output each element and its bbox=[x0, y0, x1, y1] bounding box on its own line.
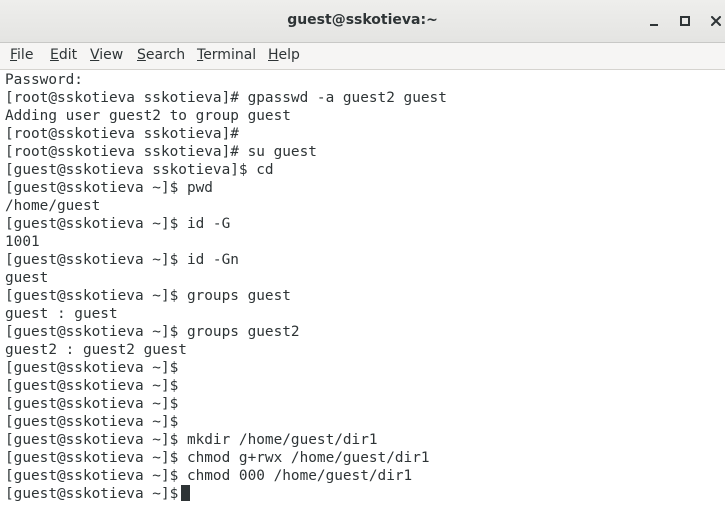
terminal-line: [guest@sskotieva ~]$ bbox=[5, 360, 179, 376]
close-icon bbox=[711, 16, 721, 26]
terminal-line: [guest@sskotieva ~]$ chmod 000 /home/gue… bbox=[5, 468, 413, 484]
terminal-line: /home/guest bbox=[5, 198, 101, 214]
terminal-line: [guest@sskotieva ~]$ bbox=[5, 396, 179, 412]
terminal-line: Password: bbox=[5, 72, 83, 88]
terminal-line: guest : guest bbox=[5, 306, 118, 322]
menu-view[interactable]: View bbox=[90, 47, 123, 63]
menu-edit[interactable]: Edit bbox=[50, 47, 77, 63]
terminal-line: guest2 : guest2 guest bbox=[5, 342, 187, 358]
terminal-line: [guest@sskotieva ~]$ id -Gn bbox=[5, 252, 239, 268]
terminal-line: guest bbox=[5, 270, 49, 286]
terminal-line: [guest@sskotieva ~]$ bbox=[5, 414, 179, 430]
terminal-line: [guest@sskotieva ~]$ id -G bbox=[5, 216, 231, 232]
terminal-window: guest@sskotieva:~ File Edit View Search … bbox=[0, 0, 725, 507]
minimize-button[interactable] bbox=[645, 12, 663, 30]
terminal-prompt: [guest@sskotieva ~]$ bbox=[5, 486, 179, 502]
terminal-line: [root@sskotieva sskotieva]# gpasswd -a g… bbox=[5, 90, 447, 106]
terminal-line: [guest@sskotieva ~]$ chmod g+rwx /home/g… bbox=[5, 450, 430, 466]
close-button[interactable] bbox=[707, 12, 725, 30]
menu-search[interactable]: Search bbox=[137, 47, 185, 63]
minimize-icon bbox=[650, 24, 658, 26]
terminal-line: [guest@sskotieva sskotieva]$ cd bbox=[5, 162, 274, 178]
menu-terminal[interactable]: Terminal bbox=[197, 47, 256, 63]
terminal-line: [guest@sskotieva ~]$ groups guest bbox=[5, 288, 291, 304]
terminal-line: [root@sskotieva sskotieva]# bbox=[5, 126, 239, 142]
terminal-line: 1001 bbox=[5, 234, 40, 250]
terminal-line: [root@sskotieva sskotieva]# su guest bbox=[5, 144, 317, 160]
terminal-output[interactable]: Password: [root@sskotieva sskotieva]# gp… bbox=[0, 70, 725, 507]
text-cursor bbox=[181, 485, 191, 501]
maximize-icon bbox=[680, 16, 690, 26]
terminal-line: Adding user guest2 to group guest bbox=[5, 108, 291, 124]
title-bar[interactable]: guest@sskotieva:~ bbox=[0, 0, 725, 43]
menu-file[interactable]: File bbox=[10, 47, 33, 63]
menu-bar: File Edit View Search Terminal Help bbox=[0, 43, 725, 70]
terminal-line: [guest@sskotieva ~]$ mkdir /home/guest/d… bbox=[5, 432, 378, 448]
terminal-line: [guest@sskotieva ~]$ pwd bbox=[5, 180, 213, 196]
terminal-line: [guest@sskotieva ~]$ bbox=[5, 378, 179, 394]
terminal-prompt-line: [guest@sskotieva ~]$ bbox=[5, 485, 191, 503]
maximize-button[interactable] bbox=[676, 12, 694, 30]
terminal-line: [guest@sskotieva ~]$ groups guest2 bbox=[5, 324, 300, 340]
menu-help[interactable]: Help bbox=[268, 47, 300, 63]
window-title: guest@sskotieva:~ bbox=[287, 12, 438, 28]
